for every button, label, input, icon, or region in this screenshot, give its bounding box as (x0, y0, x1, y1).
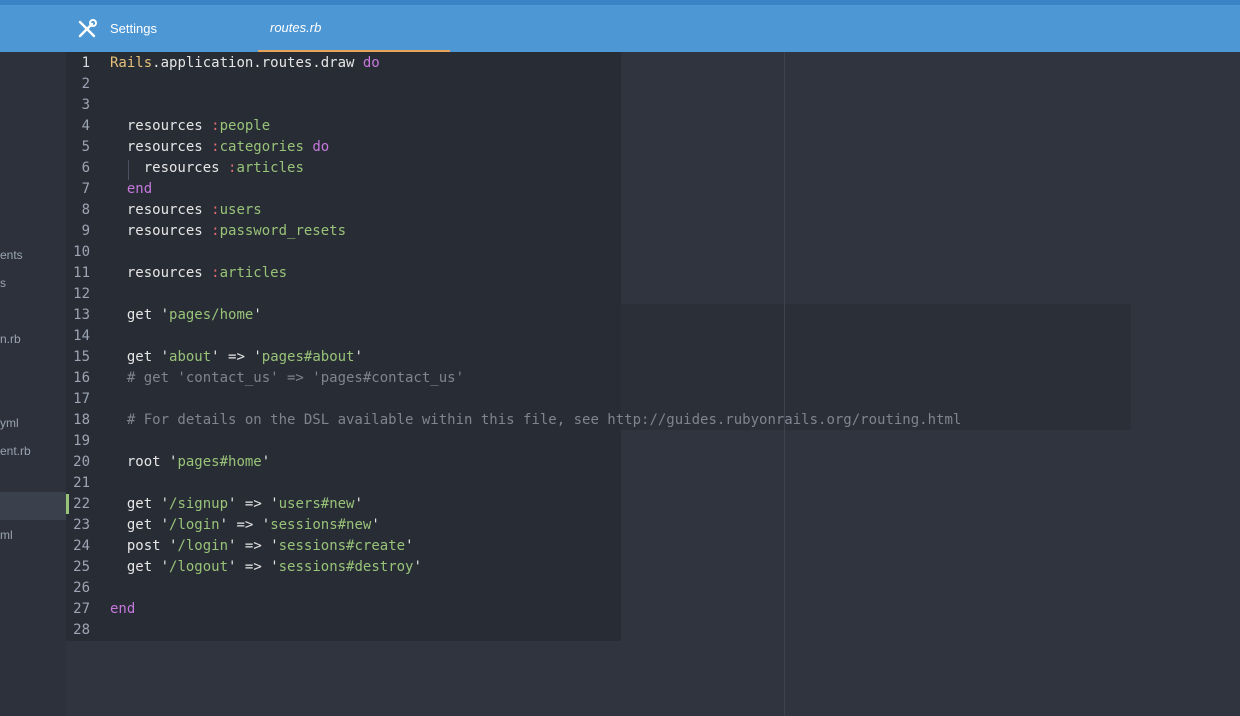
tab-settings[interactable]: Settings (66, 5, 157, 52)
code-line: 6 resources :articles (66, 157, 1166, 178)
line-number: 20 (73, 453, 90, 470)
code-line: 16 # get 'contact_us' => 'pages#contact_… (66, 367, 1166, 388)
code-line: 5 resources :categories do (66, 136, 1166, 157)
line-number: 24 (73, 537, 90, 554)
code-text: end (110, 600, 136, 617)
code-text: # For details on the DSL available withi… (126, 411, 962, 428)
tree-item[interactable]: ents (0, 248, 23, 262)
code-text: resources :articles (126, 264, 288, 281)
line-number: 18 (73, 411, 90, 428)
code-text: get '/logout' => 'sessions#destroy' (126, 558, 422, 575)
code-line: 23 get '/login' => 'sessions#new' (66, 514, 1166, 535)
code-text: get '/login' => 'sessions#new' (126, 516, 380, 533)
line-number: 5 (81, 138, 90, 155)
line-number: 1 (81, 54, 90, 71)
line-number: 28 (73, 621, 90, 638)
code-text: resources :users (126, 201, 262, 218)
code-line: 10 (66, 241, 1166, 262)
line-number: 27 (73, 600, 90, 617)
code-line: 8 resources :users (66, 199, 1166, 220)
code-line: 20 root 'pages#home' (66, 451, 1166, 472)
line-number: 9 (81, 222, 90, 239)
code-text: Rails.application.routes.draw do (110, 54, 380, 71)
line-number: 12 (73, 285, 90, 302)
tab-routes-label: routes.rb (270, 20, 322, 35)
tree-item[interactable]: ml (0, 528, 13, 542)
code-line: 21 (66, 472, 1166, 493)
code-line: 25 get '/logout' => 'sessions#destroy' (66, 556, 1166, 577)
line-number: 22 (73, 495, 90, 512)
tree-item[interactable]: ent.rb (0, 444, 31, 458)
tree-item[interactable]: n.rb (0, 332, 21, 346)
tab-bar: Settings routes.rb (0, 5, 1240, 52)
tree-item[interactable]: s (0, 276, 6, 290)
code-line: 14 (66, 325, 1166, 346)
line-number: 8 (81, 201, 90, 218)
code-text: end (126, 180, 153, 197)
code-line: 13 get 'pages/home' (66, 304, 1166, 325)
line-number: 13 (73, 306, 90, 323)
code-line: 18 # For details on the DSL available wi… (66, 409, 1166, 430)
tools-icon (78, 18, 97, 37)
code-line: 17 (66, 388, 1166, 409)
code-line: 19 (66, 430, 1166, 451)
line-number: 15 (73, 348, 90, 365)
line-number: 26 (73, 579, 90, 596)
code-line: 24 post '/login' => 'sessions#create' (66, 535, 1166, 556)
code-line: 28 (66, 619, 1166, 640)
code-line: 2 (66, 73, 1166, 94)
code-line: 11 resources :articles (66, 262, 1166, 283)
line-number: 2 (81, 75, 90, 92)
code-line: 15 get 'about' => 'pages#about' (66, 346, 1166, 367)
line-number: 11 (73, 264, 90, 281)
tab-settings-label: Settings (110, 21, 157, 36)
line-number: 10 (73, 243, 90, 260)
code-line: 4 resources :people (66, 115, 1166, 136)
line-number: 14 (73, 327, 90, 344)
line-number: 23 (73, 516, 90, 533)
code-line: 7 end (66, 178, 1166, 199)
tab-routes-rb[interactable]: routes.rb (258, 5, 450, 52)
line-number: 25 (73, 558, 90, 575)
code-line: 1 Rails.application.routes.draw do (66, 52, 1166, 73)
line-number: 7 (81, 180, 90, 197)
code-line: 12 (66, 283, 1166, 304)
code-text: get '/signup' => 'users#new' (126, 495, 363, 512)
code-text: resources :categories do (126, 138, 330, 155)
line-number: 4 (81, 117, 90, 134)
line-number: 21 (73, 474, 90, 491)
code-text: resources :articles (143, 159, 304, 176)
code-line: 26 (66, 577, 1166, 598)
line-number: 6 (81, 159, 90, 176)
file-tree: ents s n.rb yml ent.rb ml (0, 52, 66, 716)
code-line: 9 resources :password_resets (66, 220, 1166, 241)
code-text: root 'pages#home' (126, 453, 271, 470)
code-line: 22 get '/signup' => 'users#new' (66, 493, 1166, 514)
code-line: 27 end (66, 598, 1166, 619)
code-text: get 'about' => 'pages#about' (126, 348, 363, 365)
line-number: 3 (81, 96, 90, 113)
line-number: 19 (73, 432, 90, 449)
code-text: resources :people (126, 117, 271, 134)
code-text: get 'pages/home' (126, 306, 262, 323)
line-number: 17 (73, 390, 90, 407)
code-text: # get 'contact_us' => 'pages#contact_us' (126, 369, 465, 386)
code-text: post '/login' => 'sessions#create' (126, 537, 414, 554)
code-text: resources :password_resets (126, 222, 347, 239)
code-line: 3 (66, 94, 1166, 115)
tree-item[interactable]: yml (0, 416, 19, 430)
tree-selected-row[interactable] (0, 492, 66, 520)
line-number: 16 (73, 369, 90, 386)
code-editor[interactable]: 1 Rails.application.routes.draw do 2 3 4 … (66, 52, 1166, 640)
